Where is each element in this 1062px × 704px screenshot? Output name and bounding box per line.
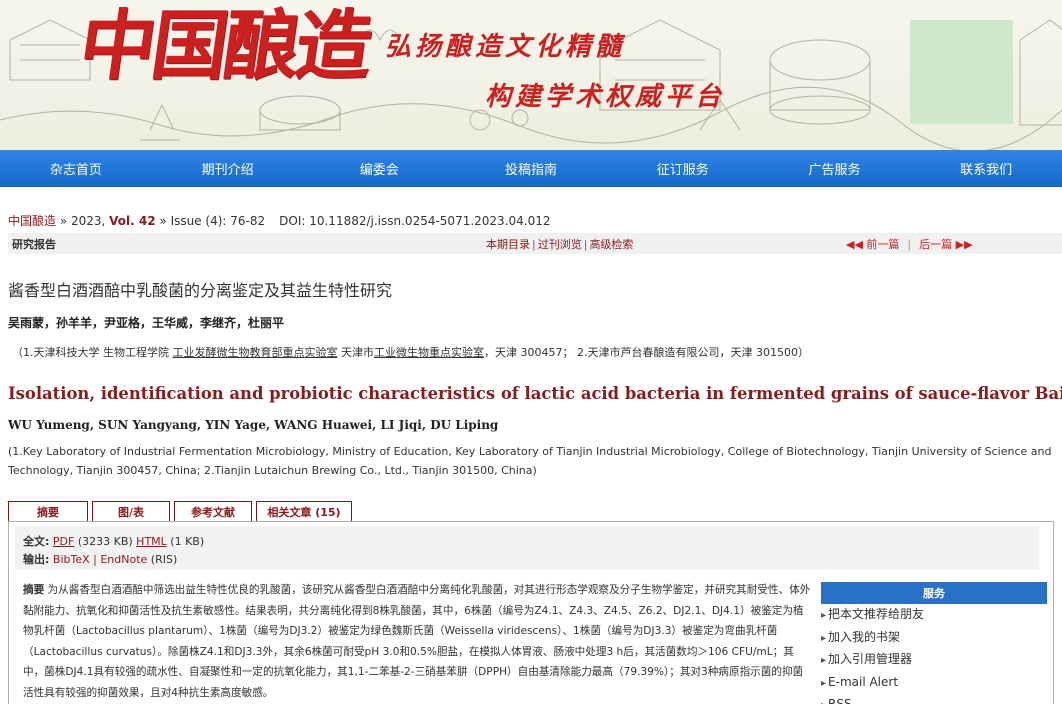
endnote-format: (RIS) [147,553,178,566]
breadcrumb-year: » 2023, [56,214,110,228]
bibtex-link[interactable]: BibTeX [53,553,90,566]
banner-slogan-1: 弘扬酿造文化精髓 [385,32,626,62]
prev-article-link[interactable]: ◀◀ 前一篇 [846,238,899,251]
article-category: 研究报告 [12,237,56,251]
prev-next-nav: ◀◀ 前一篇 | 后一篇 ▶▶ [846,237,973,251]
service-rss[interactable]: RSS [821,694,1047,704]
services-panel: 服务 把本文推荐给朋友 加入我的书架 加入引用管理器 E-mail Alert … [821,582,1047,704]
breadcrumb: 中国酿造 » 2023, Vol. 42 » Issue (4): 76-82 D… [8,212,551,229]
pdf-size: (3233 KB) [74,535,137,548]
banner-ad-box [910,20,1013,124]
authors-cn: 吴雨蒙，孙羊羊，尹亚格，王华威，李继齐，杜丽平 [8,316,285,330]
affiliation-cn-link-1[interactable]: 工业发酵微生物教育部重点实验室 [173,346,338,359]
article-tabs: 摘要 图/表 参考文献 相关文章 (15) [8,501,356,522]
abstract-panel: 全文: PDF (3233 KB) HTML (1 KB) 输出: BibTeX… [8,521,1054,704]
service-add-citation-manager[interactable]: 加入引用管理器 [821,649,1047,672]
nav-subscription[interactable]: 征订服务 [607,150,759,187]
breadcrumb-journal-link[interactable]: 中国酿造 [8,214,56,228]
tab-abstract[interactable]: 摘要 [8,501,88,522]
breadcrumb-issue: » Issue (4): 76-82 [155,214,266,228]
banner: 中国酿造 弘扬酿造文化精髓 构建学术权威平台 [0,0,1062,150]
tab-related-articles[interactable]: 相关文章 (15) [256,501,352,522]
affiliation-cn-part3: ，天津 300457； 2.天津市芦台春酿造有限公司，天津 301500） [484,346,809,359]
fulltext-line: 全文: PDF (3233 KB) HTML (1 KB) [23,533,204,549]
authors-en: WU Yumeng, SUN Yangyang, YIN Yage, WANG … [8,418,499,432]
export-label: 输出: [23,553,50,566]
article-title-en: Isolation, identification and probiotic … [8,384,1062,403]
service-recommend[interactable]: 把本文推荐给朋友 [821,604,1047,627]
affiliation-cn-part1: （1.天津科技大学 生物工程学院 [12,346,173,359]
abstract-body: 为从酱香型白酒酒醅中筛选出益生特性优良的乳酸菌，该研究从酱香型白酒酒醅中分离纯化… [23,584,811,699]
pdf-link[interactable]: PDF [53,535,74,548]
html-link[interactable]: HTML [136,535,167,548]
endnote-link[interactable]: EndNote [100,553,147,566]
service-add-bookshelf[interactable]: 加入我的书架 [821,627,1047,650]
breadcrumb-volume[interactable]: Vol. 42 [109,214,155,228]
tab-figures[interactable]: 图/表 [92,501,170,522]
toc-link[interactable]: 本期目录 [486,238,530,251]
nav-home[interactable]: 杂志首页 [0,150,152,187]
export-line: 输出: BibTeX | EndNote (RIS) [23,551,177,567]
affiliation-en: (1.Key Laboratory of Industrial Fermenta… [8,445,1052,477]
article-title-cn: 酱香型白酒酒醅中乳酸菌的分离鉴定及其益生特性研究 [8,281,393,300]
export-separator: | [89,553,101,566]
service-email-alert[interactable]: E-mail Alert [821,672,1047,695]
article-doi: DOI: 10.11882/j.issn.0254-5071.2023.04.0… [279,214,551,228]
next-article-link[interactable]: 后一篇 ▶▶ [919,238,972,251]
past-issues-link[interactable]: 过刊浏览 [538,238,582,251]
advanced-search-link[interactable]: 高级检索 [589,238,633,251]
nav-journal-intro[interactable]: 期刊介绍 [152,150,304,187]
nav-editorial-board[interactable]: 编委会 [303,150,455,187]
nav-submission-guide[interactable]: 投稿指南 [455,150,607,187]
banner-slogan-2: 构建学术权威平台 [485,82,726,112]
abstract-text: 摘要 为从酱香型白酒酒醅中筛选出益生特性优良的乳酸菌，该研究从酱香型白酒酒醅中分… [23,580,813,703]
affiliation-cn: （1.天津科技大学 生物工程学院 工业发酵微生物教育部重点实验室 天津市工业微生… [12,344,809,360]
main-nav: 杂志首页 期刊介绍 编委会 投稿指南 征订服务 广告服务 联系我们 [0,150,1062,187]
nav-contact[interactable]: 联系我们 [910,150,1062,187]
issue-links: 本期目录 | 过刊浏览 | 高级检索 [486,237,634,251]
section-bar: 研究报告 本期目录 | 过刊浏览 | 高级检索 ◀◀ 前一篇 | 后一篇 ▶▶ [8,233,1062,254]
html-size: (1 KB) [166,535,205,548]
nav-advertising[interactable]: 广告服务 [759,150,911,187]
abstract-label: 摘要 [23,584,45,596]
journal-logo: 中国酿造 [73,1,375,90]
fulltext-label: 全文: [23,535,50,548]
services-title: 服务 [821,582,1047,604]
affiliation-cn-link-2[interactable]: 工业微生物重点实验室 [374,346,484,359]
tab-references[interactable]: 参考文献 [174,501,252,522]
affiliation-cn-part2: 天津市 [337,346,374,359]
fulltext-box: 全文: PDF (3233 KB) HTML (1 KB) 输出: BibTeX… [15,526,1039,570]
